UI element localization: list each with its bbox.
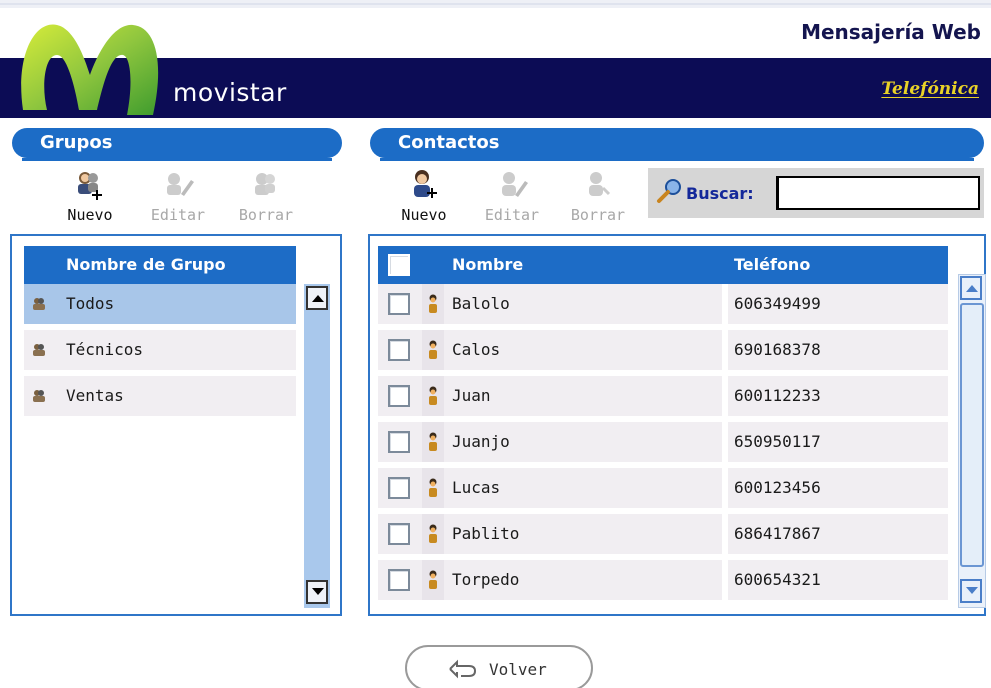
contact-name: Lucas: [452, 478, 501, 497]
group-new-icon: [78, 172, 102, 200]
contact-row[interactable]: Pablito 686417867: [378, 514, 948, 554]
contact-delete-button[interactable]: Borrar: [556, 168, 640, 224]
back-button-label: Volver: [489, 660, 547, 679]
contacts-scroll-down-button[interactable]: [960, 579, 982, 603]
contact-checkbox[interactable]: [388, 431, 410, 453]
contact-row[interactable]: Lucas 600123456: [378, 468, 948, 508]
contact-phone: 600112233: [734, 386, 821, 405]
contact-checkbox[interactable]: [388, 339, 410, 361]
group-icon: [33, 298, 45, 310]
group-delete-button[interactable]: Borrar: [224, 168, 308, 224]
contact-name-column-header[interactable]: Nombre: [452, 246, 523, 284]
contact-name: Torpedo: [452, 570, 520, 589]
group-name: Ventas: [66, 386, 124, 405]
contact-checkbox[interactable]: [388, 523, 410, 545]
contact-phone: 606349499: [734, 294, 821, 313]
contact-icon: [429, 386, 437, 405]
group-icon: [33, 390, 45, 402]
search-input[interactable]: [776, 176, 980, 210]
contact-icon: [429, 340, 437, 359]
contacts-scroll-up-button[interactable]: [960, 276, 982, 300]
back-button[interactable]: Volver: [405, 645, 593, 688]
group-edit-icon: [167, 173, 194, 196]
contact-name: Calos: [452, 340, 501, 359]
group-new-label: Nuevo: [67, 206, 113, 224]
contact-phone: 690168378: [734, 340, 821, 359]
contact-phone: 600654321: [734, 570, 821, 589]
group-row[interactable]: Todos: [24, 284, 296, 324]
groups-scrollbar[interactable]: [304, 284, 330, 608]
contact-edit-button[interactable]: Editar: [470, 168, 554, 224]
contact-phone: 686417867: [734, 524, 821, 543]
select-all-checkbox[interactable]: [388, 254, 410, 276]
group-row[interactable]: Ventas: [24, 376, 296, 416]
contact-name: Juanjo: [452, 432, 510, 451]
contacts-grid-header: Nombre Teléfono: [378, 246, 948, 284]
telefonica-logo[interactable]: Telefónica: [881, 79, 979, 99]
brand-name: movistar: [173, 78, 287, 107]
contact-row[interactable]: Torpedo 600654321: [378, 560, 948, 600]
contact-row[interactable]: Juanjo 650950117: [378, 422, 948, 462]
groups-section-title: Grupos: [12, 128, 342, 161]
group-name: Todos: [66, 294, 115, 313]
groups-grid-header: Nombre de Grupo: [24, 246, 296, 284]
arrow-down-icon: [966, 587, 978, 594]
group-new-button[interactable]: Nuevo: [48, 168, 132, 224]
group-edit-button[interactable]: Editar: [136, 168, 220, 224]
group-icon: [33, 344, 45, 356]
search-icon: [657, 179, 681, 203]
contact-checkbox[interactable]: [388, 293, 410, 315]
group-name: Técnicos: [66, 340, 144, 359]
contacts-section-title: Contactos: [370, 128, 984, 161]
arrow-up-icon: [966, 285, 978, 292]
contact-icon: [429, 432, 437, 451]
group-delete-icon: [255, 173, 275, 195]
contact-icon: [429, 294, 437, 313]
contact-new-label: Nuevo: [401, 206, 447, 224]
groups-panel: Nombre de Grupo Todos Técnicos Ventas: [10, 234, 342, 616]
contact-icon: [429, 478, 437, 497]
contact-checkbox[interactable]: [388, 569, 410, 591]
group-edit-label: Editar: [150, 206, 206, 224]
contact-delete-icon: [589, 172, 611, 196]
contacts-panel: Nombre Teléfono Balolo 606349499 Calos 6901…: [368, 234, 986, 616]
contact-edit-label: Editar: [484, 206, 540, 224]
group-delete-label: Borrar: [238, 206, 294, 224]
arrow-down-icon: [312, 588, 324, 595]
contact-row[interactable]: Calos 690168378: [378, 330, 948, 370]
top-divider: [0, 0, 991, 8]
scroll-down-button[interactable]: [306, 580, 328, 604]
back-arrow-icon: [449, 659, 477, 679]
app-title: Mensajería Web: [801, 20, 981, 44]
contact-row[interactable]: Juan 600112233: [378, 376, 948, 416]
contact-delete-label: Borrar: [570, 206, 626, 224]
contact-name: Juan: [452, 386, 491, 405]
arrow-up-icon: [312, 295, 324, 302]
contact-icon: [429, 524, 437, 543]
contact-checkbox[interactable]: [388, 477, 410, 499]
contact-icon: [429, 570, 437, 589]
group-row[interactable]: Técnicos: [24, 330, 296, 370]
contact-new-icon: [414, 170, 437, 198]
contact-row[interactable]: Balolo 606349499: [378, 284, 948, 324]
contacts-scroll-thumb[interactable]: [960, 303, 984, 567]
contact-phone: 600123456: [734, 478, 821, 497]
contact-phone-column-header[interactable]: Teléfono: [734, 246, 810, 284]
contact-checkbox[interactable]: [388, 385, 410, 407]
contact-name: Pablito: [452, 524, 520, 543]
movistar-logo-icon: [21, 24, 159, 115]
group-name-column-header[interactable]: Nombre de Grupo: [66, 246, 226, 284]
search-label: Buscar:: [686, 184, 754, 203]
contact-new-button[interactable]: Nuevo: [382, 168, 466, 224]
contact-name: Balolo: [452, 294, 510, 313]
contacts-scrollbar[interactable]: [958, 274, 986, 608]
contact-phone: 650950117: [734, 432, 821, 451]
scroll-up-button[interactable]: [306, 286, 328, 310]
contact-edit-icon: [502, 172, 528, 197]
